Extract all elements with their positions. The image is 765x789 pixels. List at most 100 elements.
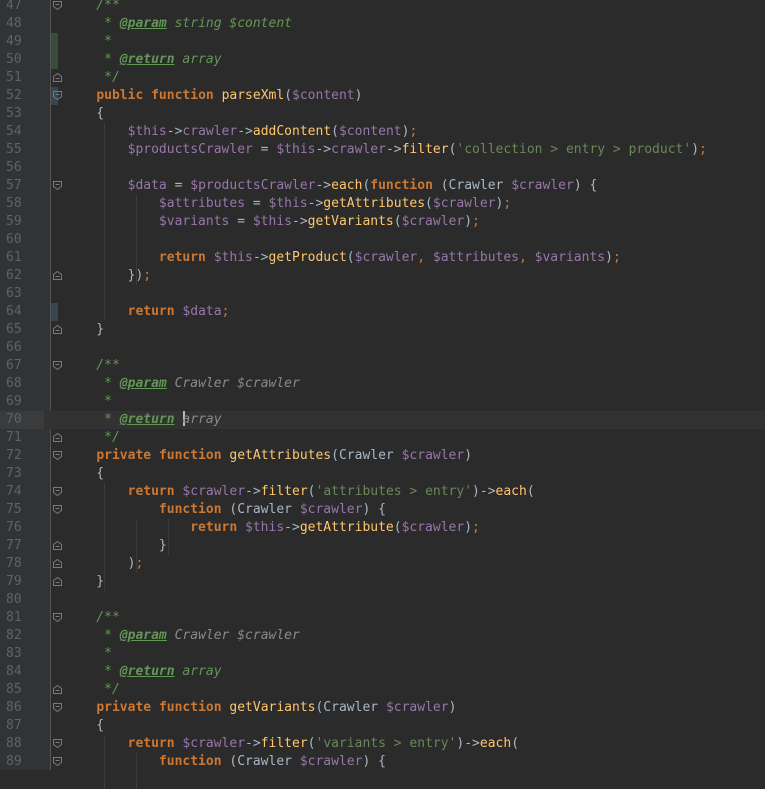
code-text[interactable]: * (65, 645, 112, 663)
code-line[interactable]: 59 $variants = $this->getVariants($crawl… (0, 213, 765, 231)
fold-end-icon[interactable] (53, 73, 62, 82)
code-line[interactable]: 54 $this->crawler->addContent($content); (0, 123, 765, 141)
code-line[interactable]: 80 (0, 591, 765, 609)
code-text[interactable]: $data = $productsCrawler->each(function … (65, 177, 598, 195)
code-text[interactable]: /** (65, 357, 120, 375)
code-text[interactable]: function (Crawler $crawler) { (65, 753, 386, 771)
code-line[interactable]: 86 private function getVariants(Crawler … (0, 699, 765, 717)
code-line[interactable]: 79 } (0, 573, 765, 591)
code-text[interactable]: $attributes = $this->getAttributes($craw… (65, 195, 511, 213)
code-text[interactable]: * @return array (65, 411, 222, 429)
code-line[interactable]: 66 (0, 339, 765, 357)
code-text[interactable]: { (65, 465, 104, 483)
code-text[interactable]: * @param string $content (65, 15, 292, 33)
code-text[interactable]: */ (65, 429, 120, 447)
fold-open-icon[interactable] (53, 703, 62, 712)
code-line[interactable]: 84 * @return array (0, 663, 765, 681)
vcs-modified-marker[interactable] (51, 303, 58, 321)
fold-open-icon[interactable] (53, 487, 62, 496)
fold-open-icon[interactable] (53, 91, 62, 100)
code-line[interactable]: 70 * @return array (0, 411, 765, 429)
fold-end-icon[interactable] (53, 433, 62, 442)
code-line[interactable]: 50 * @return array (0, 51, 765, 69)
fold-end-icon[interactable] (53, 577, 62, 586)
code-line[interactable]: 89 function (Crawler $crawler) { (0, 753, 765, 771)
code-text[interactable]: } (65, 537, 167, 555)
fold-end-icon[interactable] (53, 685, 62, 694)
code-text[interactable]: $this->crawler->addContent($content); (65, 123, 418, 141)
fold-open-icon[interactable] (53, 1, 62, 10)
code-text[interactable]: * (65, 33, 112, 51)
code-line[interactable]: 52 public function parseXml($content) (0, 87, 765, 105)
code-text[interactable]: * @return array (65, 51, 221, 69)
code-line[interactable]: 49 * (0, 33, 765, 51)
fold-open-icon[interactable] (53, 739, 62, 748)
code-line[interactable]: 53 { (0, 105, 765, 123)
code-line[interactable]: 85 */ (0, 681, 765, 699)
fold-open-icon[interactable] (53, 361, 62, 370)
vcs-added-marker[interactable] (51, 33, 58, 51)
code-text[interactable]: /** (65, 609, 120, 627)
vcs-added-marker[interactable] (51, 51, 58, 69)
code-text[interactable]: private function getAttributes(Crawler $… (65, 447, 472, 465)
code-line[interactable]: 60 (0, 231, 765, 249)
fold-end-icon[interactable] (53, 559, 62, 568)
code-line[interactable]: 69 * (0, 393, 765, 411)
code-line[interactable]: 47 /** (0, 0, 765, 15)
code-text[interactable]: ); (65, 555, 144, 573)
code-line[interactable]: 81 /** (0, 609, 765, 627)
code-text[interactable]: return $crawler->filter('variants > entr… (65, 735, 519, 753)
code-text[interactable]: return $crawler->filter('attributes > en… (65, 483, 535, 501)
code-line[interactable]: 56 (0, 159, 765, 177)
fold-open-icon[interactable] (53, 181, 62, 190)
code-line[interactable]: 63 (0, 285, 765, 303)
code-text[interactable]: * @return array (65, 663, 221, 681)
code-line[interactable]: 65 } (0, 321, 765, 339)
code-line[interactable]: 67 /** (0, 357, 765, 375)
code-text[interactable]: { (65, 717, 104, 735)
fold-open-icon[interactable] (53, 613, 62, 622)
code-editor[interactable]: 47 /** 48 * @param string $content 49 * 50 … (0, 0, 765, 789)
code-line[interactable]: 78 ); (0, 555, 765, 573)
code-text[interactable]: */ (65, 69, 120, 87)
code-line[interactable]: 48 * @param string $content (0, 15, 765, 33)
code-line[interactable]: 76 return $this->getAttribute($crawler); (0, 519, 765, 537)
code-line[interactable]: 64 return $data; (0, 303, 765, 321)
code-text[interactable]: $productsCrawler = $this->crawler->filte… (65, 141, 707, 159)
code-line[interactable]: 87 { (0, 717, 765, 735)
code-text[interactable]: */ (65, 681, 120, 699)
fold-end-icon[interactable] (53, 325, 62, 334)
code-text[interactable]: $variants = $this->getVariants($crawler)… (65, 213, 480, 231)
code-line[interactable]: 68 * @param Crawler $crawler (0, 375, 765, 393)
code-text[interactable]: private function getVariants(Crawler $cr… (65, 699, 456, 717)
code-line[interactable]: 58 $attributes = $this->getAttributes($c… (0, 195, 765, 213)
fold-open-icon[interactable] (53, 757, 62, 766)
code-text[interactable]: }); (65, 267, 152, 285)
code-text[interactable]: } (65, 321, 104, 339)
fold-end-icon[interactable] (53, 541, 62, 550)
code-text[interactable]: } (65, 573, 104, 591)
code-text[interactable]: * (65, 393, 112, 411)
code-line[interactable]: 75 function (Crawler $crawler) { (0, 501, 765, 519)
code-text[interactable]: * @param Crawler $crawler (65, 627, 300, 645)
code-text[interactable]: public function parseXml($content) (65, 87, 362, 105)
code-text[interactable]: function (Crawler $crawler) { (65, 501, 386, 519)
fold-end-icon[interactable] (53, 271, 62, 280)
code-line[interactable]: 83 * (0, 645, 765, 663)
code-line[interactable]: 55 $productsCrawler = $this->crawler->fi… (0, 141, 765, 159)
code-text[interactable]: return $data; (65, 303, 230, 321)
code-line[interactable]: 57 $data = $productsCrawler->each(functi… (0, 177, 765, 195)
fold-open-icon[interactable] (53, 505, 62, 514)
code-text[interactable]: /** (65, 0, 120, 15)
code-text[interactable]: return $this->getProduct($crawler, $attr… (65, 249, 621, 267)
code-line[interactable]: 88 return $crawler->filter('variants > e… (0, 735, 765, 753)
code-line[interactable]: 61 return $this->getProduct($crawler, $a… (0, 249, 765, 267)
code-line[interactable]: 72 private function getAttributes(Crawle… (0, 447, 765, 465)
code-text[interactable]: return $this->getAttribute($crawler); (65, 519, 480, 537)
code-line[interactable]: 74 return $crawler->filter('attributes >… (0, 483, 765, 501)
code-line[interactable]: 51 */ (0, 69, 765, 87)
code-text[interactable]: * @param Crawler $crawler (65, 375, 300, 393)
code-line[interactable]: 82 * @param Crawler $crawler (0, 627, 765, 645)
fold-open-icon[interactable] (53, 451, 62, 460)
code-line[interactable]: 62 }); (0, 267, 765, 285)
